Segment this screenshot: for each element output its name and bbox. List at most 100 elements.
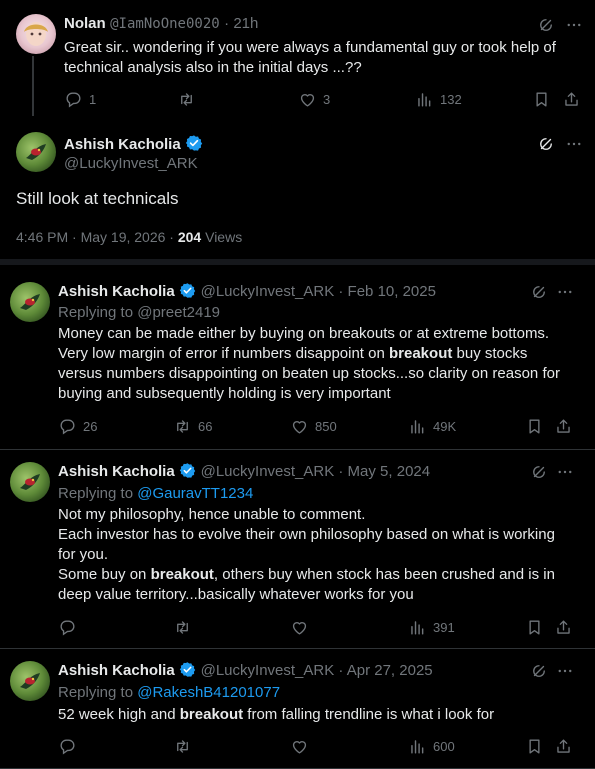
bookmark-icon[interactable] [525,618,544,637]
tweet-line: 52 week high and breakout from falling t… [58,706,495,723]
retweet-button[interactable] [173,737,192,756]
like-button[interactable] [290,737,309,756]
more-icon[interactable] [556,463,574,481]
views-icon [411,740,424,754]
replying-handle-link[interactable]: @preet2419 [137,304,220,321]
verified-badge-icon[interactable] [185,134,204,152]
avatar-ashish[interactable] [10,661,50,701]
reply-icon [66,92,81,107]
views-count: 132 [440,92,462,107]
reply-button[interactable] [58,618,77,637]
grok-icon[interactable] [530,283,548,301]
like-button[interactable]: 850 [290,417,337,436]
tweet-actions: 600 [58,737,578,757]
post-timestamp[interactable]: 4:46 PM · May 19, 2026 · [16,229,178,245]
tweet-line: versus numbers disappointing on beaten u… [58,365,560,382]
like-button[interactable]: 3 [298,90,330,109]
retweet-button[interactable]: 66 [173,417,212,436]
tweet-line: Each investor has to evolve their own ph… [58,526,555,543]
author-name[interactable]: Ashish Kacholia [64,136,181,153]
views-button[interactable]: 132 [415,90,462,109]
grok-icon[interactable] [530,463,548,481]
grok-icon[interactable] [537,16,555,34]
bookmark-icon[interactable] [525,737,544,756]
tweet-line: buying and subsequently holding is very … [58,385,391,402]
verified-badge-icon[interactable] [179,661,197,678]
replying-label: Replying to [58,684,138,701]
replying-handle-link[interactable]: @GauravTT1234 [137,485,253,502]
author-name[interactable]: Nolan [64,15,106,32]
share-icon[interactable] [562,90,581,109]
grok-icon[interactable] [530,662,548,680]
views-icon [418,93,431,107]
more-icon[interactable] [565,135,583,153]
retweet-icon [177,420,188,433]
reply-button[interactable] [58,737,77,756]
reply-button[interactable]: 26 [58,417,97,436]
main-tweet-meta: 4:46 PM · May 19, 2026 · 204 Views [16,229,242,245]
verified-badge-icon[interactable] [179,462,197,479]
like-button[interactable] [290,618,309,637]
views-button[interactable]: 391 [408,618,455,637]
tweet-divider [0,449,595,450]
retweet-button[interactable] [173,618,192,637]
views-count: 49K [433,419,457,434]
more-icon[interactable] [556,662,574,680]
tweet-text: Money can be made either by buying on br… [58,324,588,404]
bookmark-icon[interactable] [525,417,544,436]
tweet-line: Some buy on breakout, others buy when st… [58,566,555,583]
like-icon [292,741,307,754]
retweet-icon [177,621,188,634]
retweet-icon [181,93,192,106]
author-handle[interactable]: @IamNoOne0020 [110,16,220,32]
author-handle-date[interactable]: @LuckyInvest_ARK · Apr 27, 2025 [201,662,433,679]
post-time[interactable]: 21h [233,15,258,32]
verified-badge-icon[interactable] [179,282,197,299]
grok-icon[interactable] [537,135,555,153]
more-icon[interactable] [565,16,583,34]
views-button[interactable]: 49K [408,417,456,436]
author-handle[interactable]: @LuckyInvest_ARK [64,155,198,172]
top-reply-text: Great sir.. wondering if you were always… [64,39,556,76]
like-count: 3 [323,92,331,107]
bookmark-icon[interactable] [532,90,551,109]
tweet-line: for you. [58,546,109,563]
replying-to: Replying to @preet2419 [58,303,220,323]
tweet-line: Very low margin of error if numbers disa… [58,345,528,362]
more-icon[interactable] [556,283,574,301]
author-name[interactable]: Ashish Kacholia [58,283,175,300]
avatar-ashish[interactable] [10,462,50,502]
tweet-divider [0,648,595,649]
reply-count: 1 [89,92,97,107]
share-icon[interactable] [554,618,573,637]
author-handle-date[interactable]: @LuckyInvest_ARK · Feb 10, 2025 [201,283,436,300]
views-button[interactable]: 600 [408,737,455,756]
tweet-line: Not my philosophy, hence unable to comme… [58,506,366,523]
main-tweet-text: Still look at technicals [16,189,179,208]
avatar-nolan[interactable] [16,14,56,54]
replying-handle-link[interactable]: @RakeshB41201077 [137,684,280,701]
author-name[interactable]: Ashish Kacholia [58,662,175,679]
tweet-text: 52 week high and breakout from falling t… [58,705,588,725]
tweet-line: deep value territory...basically whateve… [58,586,414,603]
highlight-keyword: breakout [179,706,244,723]
thread-connector-line [32,56,34,116]
views-count: 204 [177,229,202,245]
main-tweet-author: Ashish Kacholia [64,134,204,154]
retweet-icon [177,740,188,753]
author-handle-date[interactable]: @LuckyInvest_ARK · May 5, 2024 [201,463,431,480]
share-icon[interactable] [554,417,573,436]
replying-label: Replying to [58,304,138,321]
reply-icon [60,739,75,754]
tweet-text: Not my philosophy, hence unable to comme… [58,505,588,605]
reply-button[interactable]: 1 [64,90,96,109]
tweet-header: Ashish Kacholia @LuckyInvest_ARK · Feb 1… [58,282,436,301]
reply-count: 26 [83,419,98,434]
avatar-ashish[interactable] [10,282,50,322]
like-icon [292,421,307,434]
author-name[interactable]: Ashish Kacholia [58,463,175,480]
avatar-ashish[interactable] [16,132,56,172]
top-reply-header: Nolan @IamNoOne0020 · 21h [64,15,259,32]
share-icon[interactable] [554,737,573,756]
retweet-button[interactable] [177,90,196,109]
